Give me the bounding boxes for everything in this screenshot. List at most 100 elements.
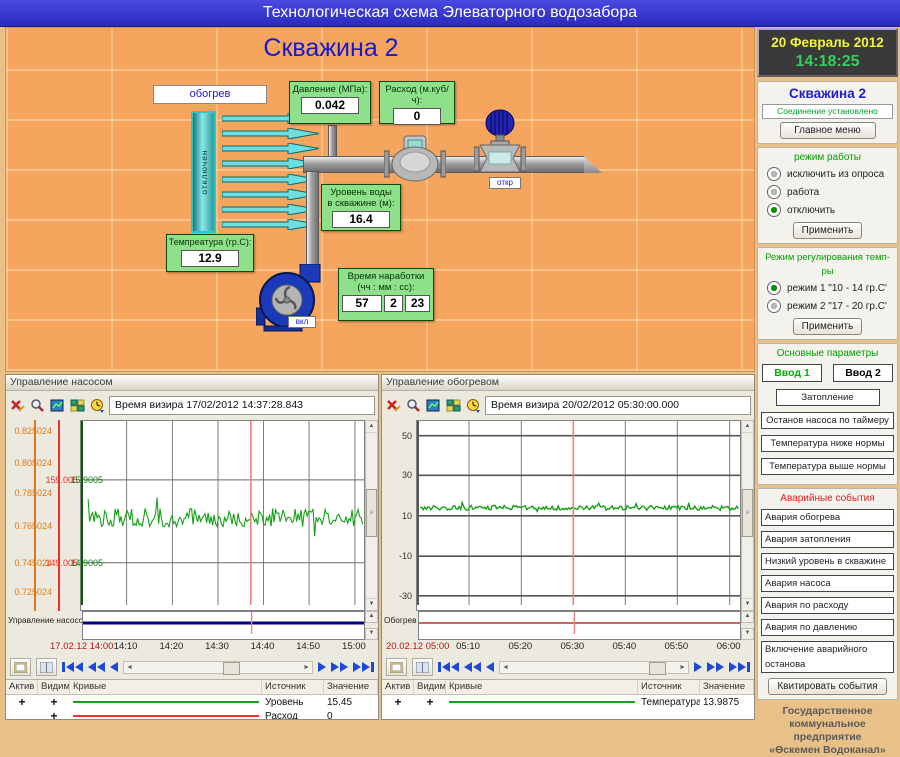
heater-icon[interactable]: отключен xyxy=(191,111,216,233)
scroll-up-icon[interactable]: ▲ xyxy=(366,421,377,433)
skip-to-start-icon[interactable] xyxy=(438,662,459,672)
pump-trend-window: Управление насосом Время визира 17/02/20… xyxy=(5,374,379,720)
time-settings-icon[interactable] xyxy=(89,397,106,414)
time-axis-tick: 05:20 xyxy=(492,641,548,652)
heater-state-label: отключен xyxy=(199,149,209,194)
radio-temp-mode-1[interactable]: режим 1 "10 - 14 гр.С' xyxy=(761,279,894,297)
radio-label: исключить из опроса xyxy=(787,169,884,180)
scale-settings-icon[interactable] xyxy=(445,397,462,414)
split-window-icon[interactable] xyxy=(36,658,57,676)
ack-events-button[interactable]: Квитировать события xyxy=(768,678,886,695)
split-window-icon[interactable] xyxy=(412,658,433,676)
step-forward-icon[interactable] xyxy=(694,662,702,672)
fast-forward-icon[interactable] xyxy=(331,662,348,672)
curve-visible-toggle[interactable]: + xyxy=(38,709,70,719)
vscroll-thumb[interactable]: ≡ xyxy=(366,489,377,537)
new-window-icon[interactable] xyxy=(10,658,31,676)
temp-mode-group: Режим регулирования темп-ры режим 1 "10 … xyxy=(757,247,898,340)
fast-backward-icon[interactable] xyxy=(88,662,105,672)
flood-indicator: Затопление xyxy=(776,389,880,406)
skip-to-end-icon[interactable] xyxy=(729,662,750,672)
horizontal-scrollbar[interactable]: ◄► xyxy=(123,661,313,674)
chart-settings-icon[interactable] xyxy=(425,397,442,414)
company-name: Государственное коммунальное предприятие… xyxy=(757,705,898,757)
vscroll-thumb[interactable]: ≡ xyxy=(742,489,753,537)
radio-temp-mode-2[interactable]: режим 2 "17 - 20 гр.С' xyxy=(761,297,894,315)
flow-panel: Расход (м.куб/ч): 0 xyxy=(379,81,455,124)
level-panel: Уровень воды в скважине (м): 16.4 xyxy=(321,184,401,231)
skip-to-start-icon[interactable] xyxy=(62,662,83,672)
radio-label: режим 1 "10 - 14 гр.С' xyxy=(787,283,887,294)
plot-area[interactable] xyxy=(416,420,741,611)
legend-column-header: Видим xyxy=(414,680,446,694)
new-window-icon[interactable] xyxy=(386,658,407,676)
temp-mode-apply-button[interactable]: Применить xyxy=(793,318,863,335)
delete-cursor-icon[interactable] xyxy=(385,397,402,414)
scale-settings-icon[interactable] xyxy=(69,397,86,414)
radio-switch-off[interactable]: отключить xyxy=(761,201,894,219)
curve-visible-toggle[interactable]: + xyxy=(38,695,70,709)
vertical-scrollbar[interactable]: ▲ ≡ ▼ xyxy=(365,420,378,611)
radio-work[interactable]: работа xyxy=(761,183,894,201)
window-title: Технологическая схема Элеваторного водоз… xyxy=(263,4,637,22)
time-settings-icon[interactable] xyxy=(465,397,482,414)
step-forward-icon[interactable] xyxy=(318,662,326,672)
curve-value: 0 xyxy=(324,711,378,720)
work-mode-apply-button[interactable]: Применить xyxy=(793,222,863,239)
vertical-scrollbar[interactable]: ▲ ≡ ▼ xyxy=(741,420,754,611)
y-axis-gutter xyxy=(382,420,416,611)
chart-settings-icon[interactable] xyxy=(49,397,66,414)
scroll-down-icon[interactable]: ▼ xyxy=(365,628,378,640)
delete-cursor-icon[interactable] xyxy=(9,397,26,414)
scroll-down-icon[interactable]: ▼ xyxy=(742,598,753,610)
radio-icon xyxy=(767,167,781,181)
scroll-up-icon[interactable]: ▲ xyxy=(365,611,378,623)
fast-backward-icon[interactable] xyxy=(464,662,481,672)
alarm-indicator: Авария насоса xyxy=(761,575,894,592)
scroll-down-icon[interactable]: ▼ xyxy=(741,628,754,640)
legend-column-header: Значение xyxy=(324,680,378,694)
input2-button[interactable]: Ввод 2 xyxy=(833,364,893,382)
well-title: Скважина 2 xyxy=(761,85,894,102)
pressure-label: Давление (МПа): xyxy=(290,84,370,95)
step-backward-icon[interactable] xyxy=(110,662,118,672)
curve-active-toggle[interactable]: + xyxy=(382,695,414,709)
main-menu-button[interactable]: Главное меню xyxy=(780,122,876,139)
zoom-icon[interactable] xyxy=(405,397,422,414)
curve-value: 15.45 xyxy=(324,697,378,708)
plot-area[interactable] xyxy=(80,420,365,611)
curve-color-line xyxy=(73,715,259,718)
step-backward-icon[interactable] xyxy=(486,662,494,672)
time-axis-tick: 05:10 xyxy=(440,641,496,652)
heater-trend-window: Управление обогревом Время визира 20/02/… xyxy=(381,374,755,720)
valve-icon[interactable] xyxy=(474,108,526,184)
scroll-down-icon[interactable]: ▼ xyxy=(366,598,377,610)
fast-forward-icon[interactable] xyxy=(707,662,724,672)
legend-column-header: Кривые xyxy=(70,680,262,694)
horizontal-scrollbar[interactable]: ◄► xyxy=(499,661,689,674)
legend-column-header: Источник xyxy=(262,680,324,694)
radio-exclude-from-poll[interactable]: исключить из опроса xyxy=(761,165,894,183)
legend-row: ++Температура13.9875 xyxy=(382,695,754,709)
temperature-panel: Темпреатура (гр.С): 12.9 xyxy=(166,234,254,272)
plot-region: ▲ ≡ ▼ 0.8250240.8050240.7850240.7650240.… xyxy=(6,420,378,611)
pump-state-label: вкл xyxy=(288,316,316,328)
hscroll-thumb[interactable] xyxy=(223,662,240,675)
scroll-up-icon[interactable]: ▲ xyxy=(741,611,754,623)
temperature-label: Темпреатура (гр.С): xyxy=(167,237,253,248)
runtime-panel: Время наработки (чч : мм : сс): 57 2 23 xyxy=(338,268,434,321)
date-display: 20 Февраль 2012 xyxy=(761,34,894,52)
digital-scrollbar[interactable]: ▲▼ xyxy=(365,611,378,640)
runtime-minutes: 2 xyxy=(384,295,403,312)
zoom-icon[interactable] xyxy=(29,397,46,414)
skip-to-end-icon[interactable] xyxy=(353,662,374,672)
cursor-time-field: Время визира 20/02/2012 05:30:00.000 xyxy=(485,396,751,415)
riser-pipe xyxy=(306,171,319,268)
scroll-up-icon[interactable]: ▲ xyxy=(742,421,753,433)
input1-button[interactable]: Ввод 1 xyxy=(762,364,822,382)
curve-active-toggle[interactable]: + xyxy=(6,695,38,709)
curve-visible-toggle[interactable]: + xyxy=(414,695,446,709)
connection-status: Соединение установлено xyxy=(762,104,893,119)
digital-scrollbar[interactable]: ▲▼ xyxy=(741,611,754,640)
hscroll-thumb[interactable] xyxy=(649,662,666,675)
